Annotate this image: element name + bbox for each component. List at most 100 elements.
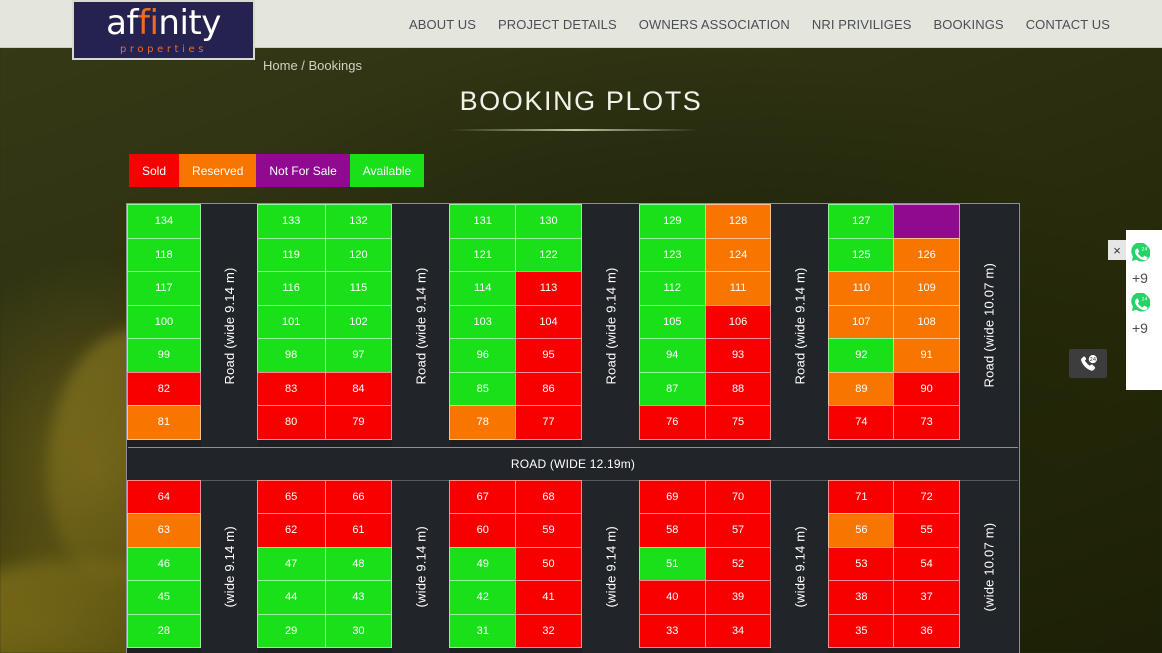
plot-cell-76[interactable]: 76	[639, 405, 706, 440]
plot-cell-81[interactable]: 81	[127, 405, 201, 440]
plot-cell-88[interactable]: 88	[705, 372, 772, 407]
legend-sold[interactable]: Sold	[129, 154, 179, 187]
legend-reserved[interactable]: Reserved	[179, 154, 256, 187]
plot-cell-59[interactable]: 59	[515, 513, 582, 548]
plot-cell-105[interactable]: 105	[639, 305, 706, 340]
plot-cell-73[interactable]: 73	[893, 405, 960, 440]
plot-cell-63[interactable]: 63	[127, 513, 201, 548]
plot-cell-86[interactable]: 86	[515, 372, 582, 407]
plot-cell-91[interactable]: 91	[893, 338, 960, 373]
plot-cell-70[interactable]: 70	[705, 480, 772, 515]
plot-cell-127[interactable]: 127	[828, 204, 894, 239]
plot-cell-77[interactable]: 77	[515, 405, 582, 440]
plot-cell-55[interactable]: 55	[893, 513, 960, 548]
plot-cell-110[interactable]: 110	[828, 271, 894, 306]
nav-item-contact-us[interactable]: CONTACT US	[1026, 17, 1110, 32]
plot-cell-130[interactable]: 130	[515, 204, 582, 239]
whatsapp-contact-row[interactable]: 24	[1130, 240, 1150, 266]
plot-cell-49[interactable]: 49	[449, 547, 516, 582]
plot-cell-32[interactable]: 32	[515, 614, 582, 649]
plot-cell-100[interactable]: 100	[127, 305, 201, 340]
site-logo[interactable]: affinity properties	[72, 0, 255, 60]
plot-cell-106[interactable]: 106	[705, 305, 772, 340]
plot-cell-132[interactable]: 132	[325, 204, 393, 239]
plot-cell-101[interactable]: 101	[257, 305, 326, 340]
plot-cell-115[interactable]: 115	[325, 271, 393, 306]
plot-cell-56[interactable]: 56	[828, 513, 894, 548]
nav-item-nri-priviliges[interactable]: NRI PRIVILIGES	[812, 17, 912, 32]
plot-cell-50[interactable]: 50	[515, 547, 582, 582]
plot-cell-113[interactable]: 113	[515, 271, 582, 306]
plot-cell-124[interactable]: 124	[705, 238, 772, 273]
plot-cell-85[interactable]: 85	[449, 372, 516, 407]
plot-cell-120[interactable]: 120	[325, 238, 393, 273]
plot-cell-87[interactable]: 87	[639, 372, 706, 407]
plot-cell-75[interactable]: 75	[705, 405, 772, 440]
plot-cell-67[interactable]: 67	[449, 480, 516, 515]
plot-cell-119[interactable]: 119	[257, 238, 326, 273]
plot-cell-71[interactable]: 71	[828, 480, 894, 515]
plot-cell-131[interactable]: 131	[449, 204, 516, 239]
plot-cell-82[interactable]: 82	[127, 372, 201, 407]
plot-cell-46[interactable]: 46	[127, 547, 201, 582]
plot-cell-38[interactable]: 38	[828, 580, 894, 615]
plot-cell-107[interactable]: 107	[828, 305, 894, 340]
plot-cell-122[interactable]: 122	[515, 238, 582, 273]
plot-cell-58[interactable]: 58	[639, 513, 706, 548]
plot-cell-83[interactable]: 83	[257, 372, 326, 407]
plot-cell-118[interactable]: 118	[127, 238, 201, 273]
plot-cell-72[interactable]: 72	[893, 480, 960, 515]
plot-cell-93[interactable]: 93	[705, 338, 772, 373]
plot-cell-65[interactable]: 65	[257, 480, 326, 515]
plot-cell-126[interactable]: 126	[893, 238, 960, 273]
plot-cell-89[interactable]: 89	[828, 372, 894, 407]
whatsapp-number-2[interactable]: +9	[1130, 320, 1148, 336]
plot-cell-66[interactable]: 66	[325, 480, 393, 515]
plot-cell-69[interactable]: 69	[639, 480, 706, 515]
plot-cell-125[interactable]: 125	[828, 238, 894, 273]
plot-cell-80[interactable]: 80	[257, 405, 326, 440]
plot-cell-37[interactable]: 37	[893, 580, 960, 615]
plot-cell-39[interactable]: 39	[705, 580, 772, 615]
plot-cell-40[interactable]: 40	[639, 580, 706, 615]
plot-cell-48[interactable]: 48	[325, 547, 393, 582]
plot-cell-121[interactable]: 121	[449, 238, 516, 273]
close-icon[interactable]: ×	[1108, 240, 1126, 260]
plot-cell-62[interactable]: 62	[257, 513, 326, 548]
plot-cell-30[interactable]: 30	[325, 614, 393, 649]
nav-item-about-us[interactable]: ABOUT US	[409, 17, 476, 32]
plot-cell-not-for-sale[interactable]	[893, 204, 960, 239]
plot-cell-61[interactable]: 61	[325, 513, 393, 548]
plot-cell-114[interactable]: 114	[449, 271, 516, 306]
plot-cell-36[interactable]: 36	[893, 614, 960, 649]
plot-cell-78[interactable]: 78	[449, 405, 516, 440]
plot-cell-28[interactable]: 28	[127, 614, 201, 649]
plot-cell-109[interactable]: 109	[893, 271, 960, 306]
legend-available[interactable]: Available	[350, 154, 424, 187]
plot-cell-79[interactable]: 79	[325, 405, 393, 440]
plot-cell-54[interactable]: 54	[893, 547, 960, 582]
plot-cell-97[interactable]: 97	[325, 338, 393, 373]
breadcrumb[interactable]: Home / Bookings	[263, 58, 362, 73]
plot-cell-128[interactable]: 128	[705, 204, 772, 239]
plot-cell-51[interactable]: 51	[639, 547, 706, 582]
plot-cell-129[interactable]: 129	[639, 204, 706, 239]
legend-not-for-sale[interactable]: Not For Sale	[256, 154, 349, 187]
plot-cell-102[interactable]: 102	[325, 305, 393, 340]
plot-cell-116[interactable]: 116	[257, 271, 326, 306]
plot-cell-123[interactable]: 123	[639, 238, 706, 273]
plot-cell-111[interactable]: 111	[705, 271, 772, 306]
plot-cell-74[interactable]: 74	[828, 405, 894, 440]
plot-cell-44[interactable]: 44	[257, 580, 326, 615]
plot-cell-117[interactable]: 117	[127, 271, 201, 306]
plot-cell-104[interactable]: 104	[515, 305, 582, 340]
call-support-button[interactable]: 24	[1069, 349, 1107, 378]
plot-cell-35[interactable]: 35	[828, 614, 894, 649]
plot-cell-42[interactable]: 42	[449, 580, 516, 615]
plot-cell-95[interactable]: 95	[515, 338, 582, 373]
plot-cell-34[interactable]: 34	[705, 614, 772, 649]
plot-cell-90[interactable]: 90	[893, 372, 960, 407]
plot-cell-112[interactable]: 112	[639, 271, 706, 306]
plot-cell-108[interactable]: 108	[893, 305, 960, 340]
plot-cell-45[interactable]: 45	[127, 580, 201, 615]
